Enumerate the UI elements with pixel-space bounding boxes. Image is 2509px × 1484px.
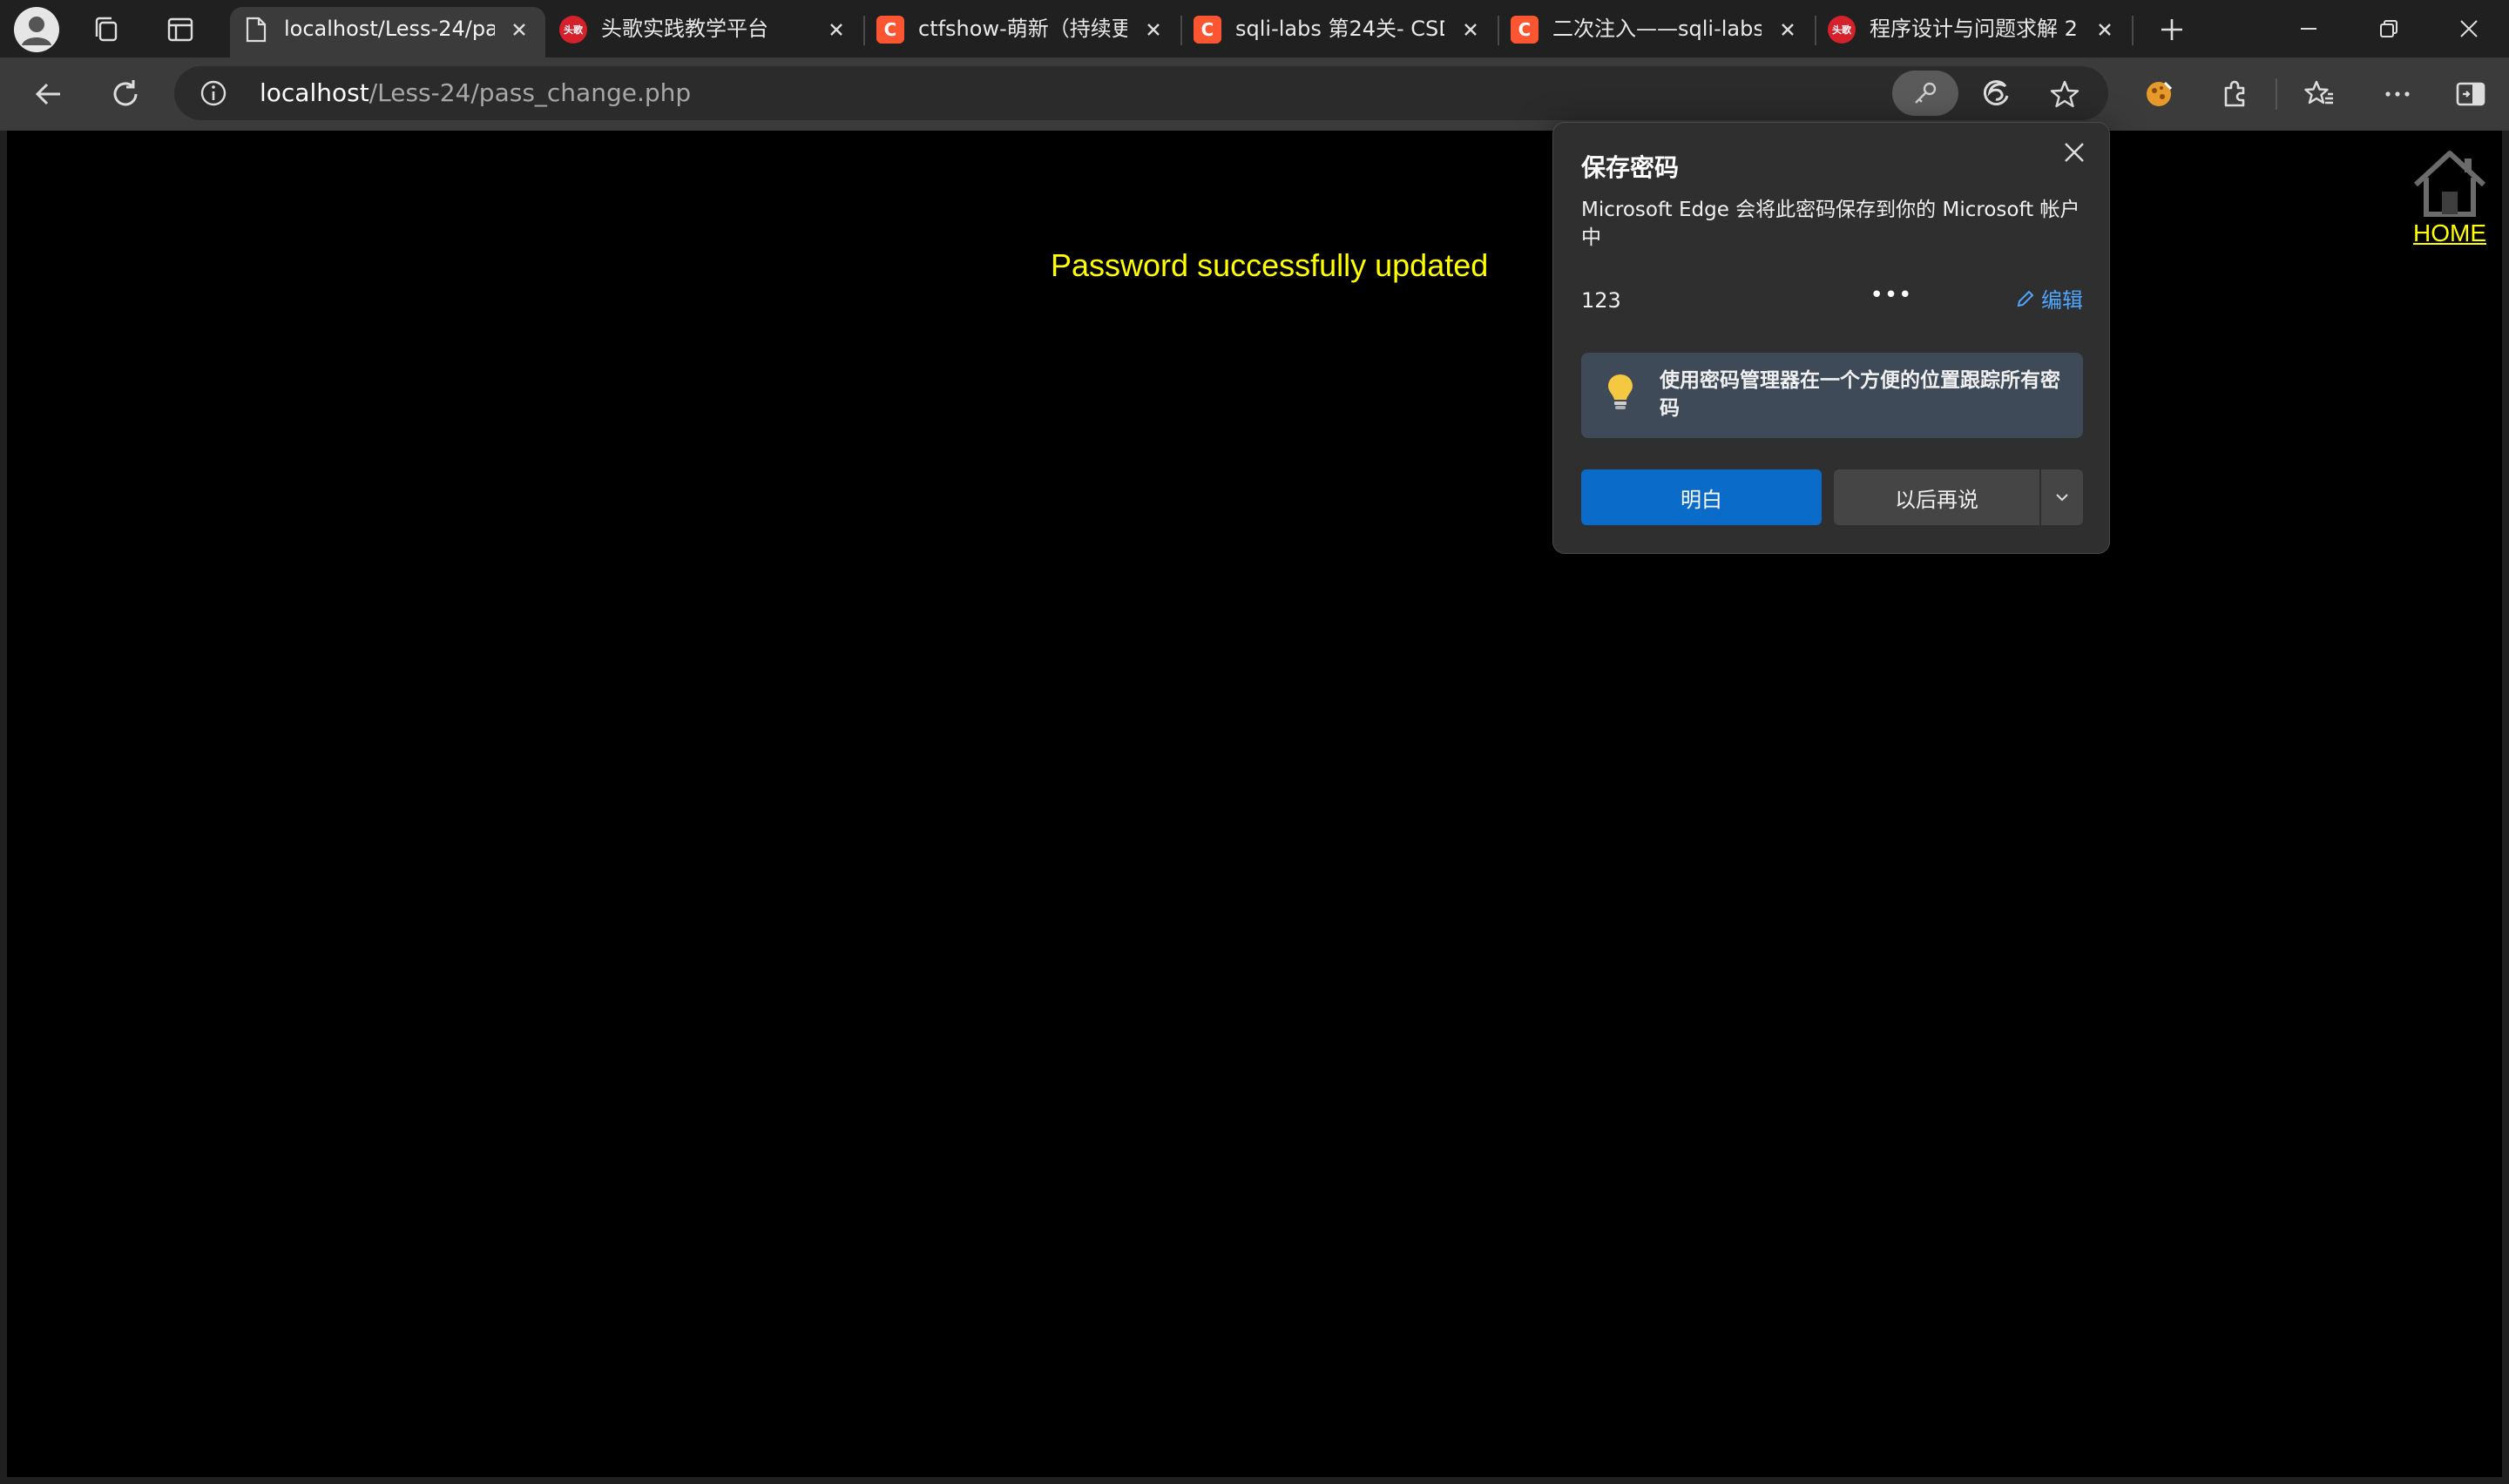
collections-icon[interactable]	[89, 11, 125, 48]
page-content: Password successfully updated HOME	[7, 131, 2502, 1477]
lightbulb-icon	[1608, 374, 1633, 409]
tab-separator	[2132, 16, 2134, 45]
home-link[interactable]: HOME	[2410, 219, 2490, 247]
save-password-popup: 保存密码 Microsoft Edge 会将此密码保存到你的 Microsoft…	[1552, 122, 2110, 554]
tab-title: 二次注入——sqli-labs	[1552, 17, 1762, 41]
tab-ctfshow[interactable]: C ctfshow-萌新（持续更	[864, 7, 1180, 57]
edge-read-aloud-icon[interactable]	[1979, 77, 2014, 111]
password-key-button[interactable]	[1892, 71, 1958, 116]
not-now-button[interactable]: 以后再说	[1834, 469, 2039, 525]
restore-icon[interactable]	[2349, 0, 2429, 57]
new-tab-icon[interactable]	[2154, 11, 2190, 48]
tab-strip: localhost/Less-24/pass 头歌 头歌实践教学平台 C ctf…	[0, 0, 2509, 57]
favorite-star-icon[interactable]	[2047, 77, 2082, 111]
home-link-block[interactable]: HOME	[2410, 150, 2490, 247]
toolbar-divider	[2276, 78, 2277, 110]
edit-button[interactable]: 编辑	[2015, 283, 2083, 314]
navigation-toolbar: localhost/Less-24/pass_change.php	[0, 57, 2509, 131]
csdn-favicon: C	[1194, 16, 1221, 44]
csdn-favicon: C	[1511, 16, 1539, 44]
close-popup-icon[interactable]	[2057, 135, 2092, 170]
url-path: /Less-24/pass_change.php	[369, 78, 692, 107]
got-it-button[interactable]: 明白	[1581, 469, 1822, 525]
tab-second-order-injection[interactable]: C 二次注入——sqli-labs	[1498, 7, 1814, 57]
tab-title: 头歌实践教学平台	[601, 17, 768, 41]
close-tab-icon[interactable]	[1141, 17, 1166, 42]
address-bar[interactable]: localhost/Less-24/pass_change.php	[174, 66, 2108, 120]
tab-title: ctfshow-萌新（持续更	[918, 17, 1127, 41]
tab-title: 程序设计与问题求解 20	[1870, 17, 2079, 41]
csdn-favicon: C	[876, 16, 904, 44]
back-arrow-icon[interactable]	[28, 73, 70, 115]
more-options-icon[interactable]	[2377, 73, 2418, 115]
touge-favicon: 头歌	[559, 16, 587, 44]
more-actions-button[interactable]: •••	[1870, 278, 1912, 313]
popup-description: Microsoft Edge 会将此密码保存到你的 Microsoft 帐户中	[1581, 199, 2080, 249]
saved-username: 123	[1581, 288, 1621, 313]
tab-localhost[interactable]: localhost/Less-24/pass	[230, 7, 545, 57]
tab-actions-icon[interactable]	[162, 11, 199, 48]
person-icon	[22, 17, 51, 45]
chevron-down-icon	[2056, 494, 2068, 502]
edit-label: 编辑	[2041, 288, 2083, 313]
home-icon[interactable]	[2411, 150, 2489, 218]
tab-title: localhost/Less-24/pass	[284, 17, 495, 41]
close-tab-icon[interactable]	[2093, 17, 2117, 42]
document-icon	[242, 16, 270, 44]
pencil-icon	[2017, 290, 2034, 307]
extension-cookie-icon[interactable]	[2138, 73, 2180, 115]
refresh-icon[interactable]	[105, 73, 146, 115]
popup-title: 保存密码	[1581, 153, 1680, 182]
tab-touge[interactable]: 头歌 头歌实践教学平台	[547, 7, 862, 57]
close-tab-icon[interactable]	[1458, 17, 1483, 42]
tab-title: sqli-labs 第24关- CSDN	[1235, 17, 1444, 41]
tab-programming-course[interactable]: 头歌 程序设计与问题求解 20	[1816, 7, 2131, 57]
tab-sqli-labs-24[interactable]: C sqli-labs 第24关- CSDN	[1181, 7, 1497, 57]
tip-text: 使用密码管理器在一个方便的位置跟踪所有密码	[1660, 369, 2060, 420]
close-tab-icon[interactable]	[1775, 17, 1800, 42]
url-text[interactable]: localhost/Less-24/pass_change.php	[260, 78, 691, 109]
favorites-icon[interactable]	[2298, 73, 2340, 115]
close-tab-icon[interactable]	[507, 17, 531, 42]
close-window-icon[interactable]	[2429, 0, 2509, 57]
profile-avatar[interactable]	[14, 7, 59, 52]
extensions-puzzle-icon[interactable]	[2215, 73, 2256, 115]
sidebar-toggle-icon[interactable]	[2450, 73, 2492, 115]
site-info-icon[interactable]	[199, 78, 228, 108]
minimize-icon[interactable]	[2269, 0, 2349, 57]
password-manager-tip: 使用密码管理器在一个方便的位置跟踪所有密码	[1581, 353, 2083, 438]
success-message: Password successfully updated	[1051, 247, 1489, 283]
url-host: localhost	[260, 78, 369, 107]
touge-favicon: 头歌	[1828, 16, 1856, 44]
close-tab-icon[interactable]	[824, 17, 849, 42]
key-icon	[1915, 82, 1937, 104]
not-now-dropdown[interactable]	[2041, 469, 2083, 525]
